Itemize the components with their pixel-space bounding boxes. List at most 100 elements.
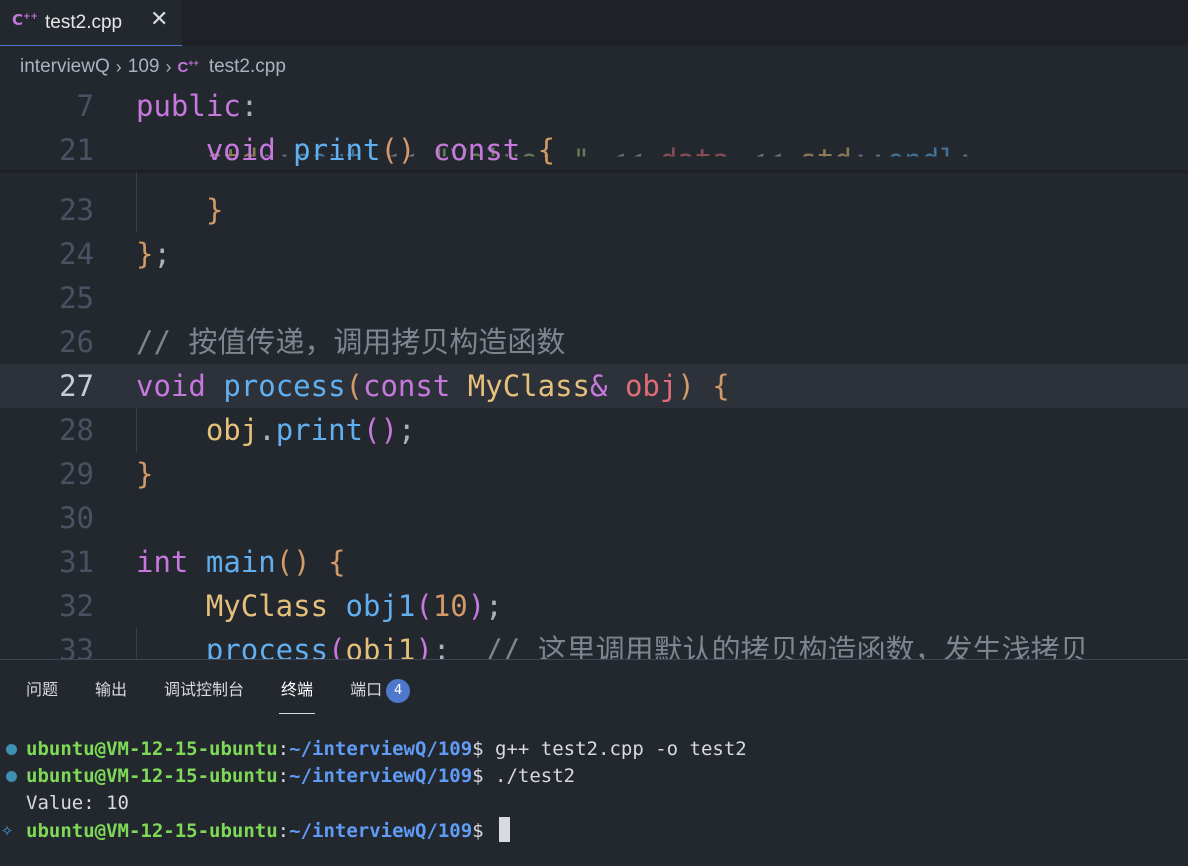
tab-label: test2.cpp xyxy=(45,12,123,33)
code-text: } xyxy=(136,188,223,232)
prompt-path: ~/interviewQ/109 xyxy=(289,738,473,760)
code-token: ( xyxy=(328,633,346,659)
code-token: void xyxy=(205,133,276,167)
code-line[interactable]: 32 MyClass obj1(10); xyxy=(0,584,1188,628)
breadcrumb-item-109[interactable]: 109 xyxy=(128,56,160,78)
code-line[interactable]: 27 void process(const MyClass& obj) { xyxy=(0,364,1188,408)
line-number: 26 xyxy=(59,325,94,359)
terminal-segment xyxy=(484,820,495,842)
terminal-segment: $ xyxy=(472,820,484,842)
code-token: obj1 xyxy=(345,589,416,623)
prompt-path: ~/interviewQ/109 xyxy=(289,820,473,842)
terminal-segment: : xyxy=(277,738,290,760)
terminal-text: Value: 10 xyxy=(26,792,129,814)
panel-tab[interactable]: 输出 xyxy=(95,676,127,711)
prompt-path: ~/interviewQ/109 xyxy=(289,765,473,787)
terminal-segment: : xyxy=(277,765,290,787)
line-number: 21 xyxy=(59,133,94,167)
indent-guide xyxy=(136,628,137,659)
code-token: } xyxy=(136,237,154,271)
code-line[interactable]: 31 int main() { xyxy=(0,540,1188,584)
panel-tab-label: 调试控制台 xyxy=(164,680,245,699)
breadcrumb-item-interviewq[interactable]: interviewQ xyxy=(20,56,110,78)
line-number: 30 xyxy=(59,501,94,535)
code-token: } xyxy=(205,193,224,227)
terminal-segment: ./test2 xyxy=(483,765,576,787)
command-status-icon[interactable] xyxy=(6,744,17,755)
panel-tab[interactable]: 端口 4 xyxy=(350,676,411,711)
terminal-text: ubuntu@VM-12-15-ubuntu:~/interviewQ/109$ xyxy=(26,817,511,845)
sticky-scroll-shadow xyxy=(0,170,1188,174)
panel-tab-label: 输出 xyxy=(95,680,128,699)
code-line[interactable]: 7 public: xyxy=(0,84,1188,128)
code-token: obj xyxy=(624,369,678,403)
panel-tab[interactable]: 调试控制台 xyxy=(164,676,244,711)
code-text: void process(const MyClass& obj) { xyxy=(136,364,730,408)
code-line[interactable]: 23 } xyxy=(0,188,1188,232)
panel-tab-label: 端口 xyxy=(350,680,383,699)
code-token: { xyxy=(712,369,730,403)
code-token: 10 xyxy=(432,589,468,623)
code-line[interactable]: 21 void print() const { xyxy=(0,128,1188,172)
panel-tab-label: 问题 xyxy=(26,680,59,699)
chevron-right-icon: › xyxy=(165,56,172,77)
prompt-user: ubuntu@VM-12-15-ubuntu xyxy=(26,765,278,787)
code-line[interactable]: 28 obj.print(); xyxy=(0,408,1188,452)
code-line[interactable]: 30 xyxy=(0,496,1188,540)
code-line[interactable]: 24}; xyxy=(0,232,1188,276)
prompt-user: ubuntu@VM-12-15-ubuntu xyxy=(26,738,278,760)
editor-tab-test2-cpp[interactable]: C++ test2.cpp ✕ xyxy=(0,0,182,46)
panel-tab[interactable]: 问题 xyxy=(26,676,58,711)
code-line[interactable]: 33 process(obj1); // 这里调用默认的拷贝构造函数，发生浅拷贝 xyxy=(0,628,1188,659)
code-token: print xyxy=(293,133,381,167)
code-token: ; xyxy=(397,413,416,447)
breadcrumb-item-test2-cpp[interactable]: test2.cpp xyxy=(209,56,286,78)
code-token: print xyxy=(275,413,364,447)
line-number: 33 xyxy=(59,633,94,659)
code-token: // 这里调用默认的拷贝构造函数，发生浅拷贝 xyxy=(485,633,1089,659)
panel-tab[interactable]: 终端 xyxy=(279,676,316,713)
chevron-right-icon: › xyxy=(115,56,122,77)
terminal-text: ubuntu@VM-12-15-ubuntu:~/interviewQ/109$… xyxy=(26,736,747,763)
close-icon[interactable]: ✕ xyxy=(150,8,168,32)
command-status-icon[interactable] xyxy=(6,771,17,782)
line-number: 24 xyxy=(59,237,94,271)
code-text: public: xyxy=(136,84,258,128)
line-number: 28 xyxy=(59,413,94,447)
code-token: public xyxy=(136,89,241,123)
code-editor[interactable]: std::cout << "Value: " << data << std::e… xyxy=(0,84,1188,659)
code-token: { xyxy=(328,545,346,579)
code-token: : xyxy=(240,89,259,123)
bottom-panel: 问题 输出 调试控制台 终端 端口 4 ubuntu@VM-12-15-ubuntu:~/… xyxy=(0,659,1188,866)
code-text: }; xyxy=(136,232,171,276)
code-token: MyClass xyxy=(205,589,329,623)
code-token: process xyxy=(223,369,346,403)
sparkle-icon[interactable]: ✧ xyxy=(1,816,13,843)
code-line[interactable]: 25 xyxy=(0,276,1188,320)
code-token: () xyxy=(380,133,416,167)
code-text: MyClass obj1(10); xyxy=(136,584,503,628)
code-line[interactable]: 26 // 按值传递，调用拷贝构造函数 xyxy=(0,320,1188,364)
code-line[interactable]: 29} xyxy=(0,452,1188,496)
code-text: } xyxy=(136,452,153,496)
count-badge: 4 xyxy=(386,678,411,703)
prompt-user: ubuntu@VM-12-15-ubuntu xyxy=(26,820,278,842)
code-text: void print() const { xyxy=(136,128,555,172)
indent-guide xyxy=(136,408,137,452)
indent-guide xyxy=(136,172,137,232)
code-token: () xyxy=(363,413,398,447)
code-text: int main() { xyxy=(136,540,346,584)
code-token: obj1 xyxy=(345,633,416,659)
line-number: 23 xyxy=(59,193,94,227)
